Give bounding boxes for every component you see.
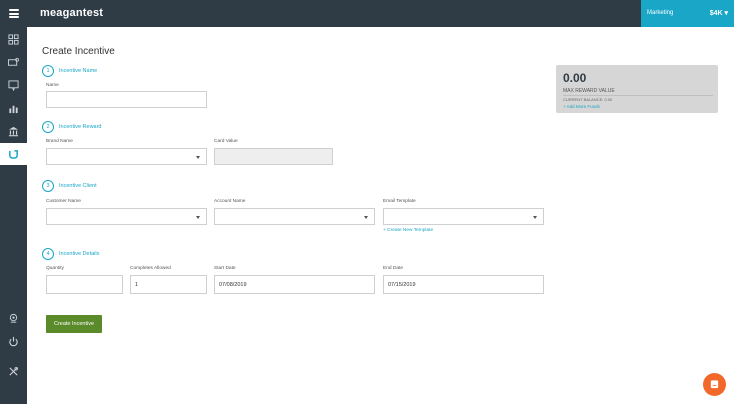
- completes-allowed-input[interactable]: 1: [130, 275, 207, 294]
- dashboard-icon: [8, 33, 19, 45]
- start-date-label: Start Date: [214, 266, 236, 271]
- sidebar-item-incentives[interactable]: [0, 143, 27, 165]
- power-icon: [9, 336, 18, 346]
- bar-chart-icon: [9, 105, 18, 113]
- message-icon: [8, 79, 19, 91]
- sidebar-item-logout[interactable]: [0, 330, 27, 352]
- create-template-link[interactable]: + Create New Template: [383, 228, 433, 233]
- sidebar-item-reports[interactable]: [0, 97, 27, 119]
- sidebar: [0, 27, 27, 404]
- step-incentive-name: 1 Incentive Name: [42, 65, 97, 77]
- email-template-select[interactable]: [383, 208, 544, 225]
- page-title: Create Incentive: [42, 46, 115, 57]
- step-number: 2: [42, 121, 54, 133]
- step-title: Incentive Name: [59, 68, 98, 74]
- sidebar-item-support[interactable]: [0, 307, 27, 329]
- max-reward-label: MAX REWARD VALUE: [563, 88, 615, 94]
- step-title: Incentive Reward: [59, 124, 102, 130]
- top-bar: meagantest Marketing $4K ▾: [0, 0, 734, 27]
- step-incentive-details: 4 Incentive Details: [42, 248, 99, 260]
- add-funds-link[interactable]: + Add More Funds: [563, 104, 600, 109]
- sidebar-item-tools[interactable]: [0, 360, 27, 382]
- account-name-label: Account Name: [214, 199, 246, 204]
- chevron-down-icon: [364, 216, 368, 219]
- cards-icon: [8, 57, 19, 66]
- sidebar-item-messages[interactable]: [0, 74, 27, 96]
- brand-name-select[interactable]: [46, 148, 207, 165]
- chevron-down-icon: [533, 216, 537, 219]
- completes-allowed-label: Completes Allowed: [130, 266, 171, 271]
- sidebar-item-cards[interactable]: [0, 51, 27, 73]
- bank-icon: [8, 126, 19, 136]
- customer-name-label: Customer Name: [46, 199, 81, 204]
- name-label: Name: [46, 83, 59, 88]
- step-title: Incentive Client: [59, 183, 97, 189]
- card-value-input: [214, 148, 333, 165]
- tools-icon: [9, 366, 18, 376]
- chevron-down-icon: [196, 156, 200, 159]
- email-template-label: Email Template: [383, 199, 416, 204]
- end-date-input[interactable]: 07/15/2019: [383, 275, 544, 294]
- step-number: 4: [42, 248, 54, 260]
- divider: [563, 95, 713, 96]
- department-label: Marketing: [647, 10, 674, 16]
- customer-name-select[interactable]: [46, 208, 207, 225]
- brand-name[interactable]: meagantest: [40, 7, 103, 19]
- brand-name-label: Brand Name: [46, 139, 73, 144]
- department-selector[interactable]: Marketing $4K ▾: [641, 0, 734, 27]
- start-date-input[interactable]: 07/08/2019: [214, 275, 375, 294]
- card-value-label: Card Value: [214, 139, 238, 144]
- menu-icon[interactable]: [9, 9, 19, 18]
- step-number: 1: [42, 65, 54, 77]
- chevron-down-icon: [196, 216, 200, 219]
- reward-summary-card: 0.00 MAX REWARD VALUE CURRENT BALANCE: 0…: [556, 65, 718, 113]
- balance-dropdown[interactable]: $4K ▾: [710, 9, 728, 17]
- end-date-label: End Date: [383, 266, 404, 271]
- account-name-select[interactable]: [214, 208, 375, 225]
- step-title: Incentive Details: [59, 251, 100, 257]
- sidebar-item-dashboard[interactable]: [0, 28, 27, 50]
- incentive-icon: [9, 149, 18, 159]
- current-balance: CURRENT BALANCE: 0.00: [563, 97, 613, 102]
- support-icon: [9, 313, 18, 323]
- sidebar-item-bank[interactable]: [0, 120, 27, 142]
- step-incentive-reward: 2 Incentive Reward: [42, 121, 102, 133]
- quantity-label: Quantity: [46, 266, 64, 271]
- step-number: 3: [42, 180, 54, 192]
- name-input[interactable]: [46, 91, 207, 108]
- quantity-input[interactable]: [46, 275, 123, 294]
- chat-icon: [710, 380, 719, 389]
- chat-launcher-button[interactable]: [703, 373, 726, 396]
- max-reward-value: 0.00: [563, 71, 587, 85]
- step-incentive-client: 3 Incentive Client: [42, 180, 97, 192]
- create-incentive-button[interactable]: Create Incentive: [46, 315, 102, 333]
